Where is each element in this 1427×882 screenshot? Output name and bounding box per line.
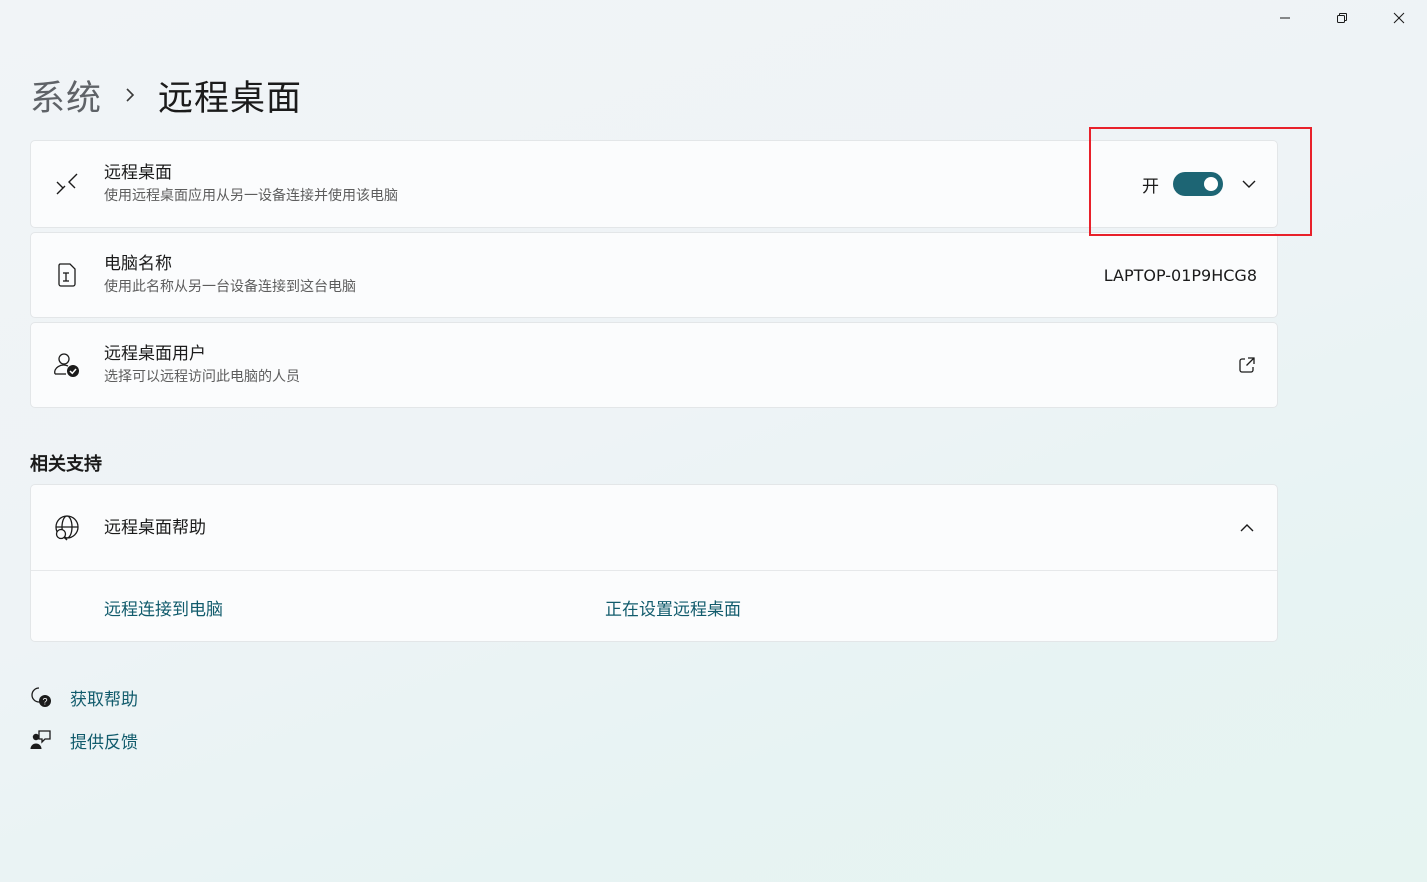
close-button[interactable]	[1370, 0, 1427, 36]
get-help-link[interactable]: ? 获取帮助	[30, 684, 138, 710]
remote-desktop-help-card: 远程桌面帮助 远程连接到电脑 正在设置远程桌面	[30, 484, 1278, 642]
svg-text:?: ?	[42, 697, 47, 707]
chevron-right-icon	[124, 87, 136, 103]
globe-search-icon	[53, 514, 81, 542]
close-icon	[1393, 12, 1404, 24]
related-support-heading: 相关支持	[30, 454, 102, 475]
pc-name-subtitle: 使用此名称从另一台设备连接到这台电脑	[104, 279, 356, 295]
pc-name-value: LAPTOP-01P9HCG8	[1103, 265, 1257, 285]
window-controls	[1256, 0, 1427, 36]
help-links: 远程连接到电脑 正在设置远程桌面	[31, 571, 1277, 643]
help-title: 远程桌面帮助	[104, 517, 206, 538]
minimize-icon	[1279, 17, 1290, 19]
pc-name-card: 电脑名称 使用此名称从另一台设备连接到这台电脑 LAPTOP-01P9HCG8	[30, 232, 1278, 318]
remote-users-subtitle: 选择可以远程访问此电脑的人员	[104, 369, 300, 385]
pc-name-icon	[53, 261, 81, 289]
restore-icon	[1336, 13, 1347, 23]
feedback-icon	[30, 729, 52, 751]
remote-users-text: 远程桌面用户 选择可以远程访问此电脑的人员	[104, 343, 300, 387]
remote-desktop-users-card[interactable]: 远程桌面用户 选择可以远程访问此电脑的人员	[30, 322, 1278, 408]
get-help-label: 获取帮助	[70, 689, 138, 710]
remote-users-title: 远程桌面用户	[104, 344, 206, 364]
remote-desktop-icon	[53, 170, 81, 198]
help-link-remote-connect[interactable]: 远程连接到电脑	[104, 595, 223, 620]
chevron-up-icon[interactable]	[1239, 520, 1255, 536]
restore-button[interactable]	[1313, 0, 1370, 36]
pc-name-text: 电脑名称 使用此名称从另一台设备连接到这台电脑	[104, 253, 356, 297]
highlight-annotation	[1089, 127, 1312, 236]
open-external-icon[interactable]	[1237, 355, 1257, 375]
remote-desktop-subtitle: 使用远程桌面应用从另一设备连接并使用该电脑	[104, 188, 398, 204]
get-help-icon: ?	[30, 686, 52, 708]
remote-desktop-title: 远程桌面	[104, 163, 172, 183]
help-link-setup-remote-desktop[interactable]: 正在设置远程桌面	[605, 595, 741, 620]
feedback-link[interactable]: 提供反馈	[30, 727, 138, 753]
feedback-label: 提供反馈	[70, 732, 138, 753]
pc-name-title: 电脑名称	[104, 254, 172, 274]
breadcrumb: 系统 远程桌面	[30, 70, 302, 120]
breadcrumb-parent-system[interactable]: 系统	[30, 70, 102, 121]
user-check-icon	[53, 351, 81, 379]
remote-desktop-text: 远程桌面 使用远程桌面应用从另一设备连接并使用该电脑	[104, 162, 398, 206]
page-title: 远程桌面	[158, 78, 303, 119]
help-header[interactable]: 远程桌面帮助	[31, 485, 1277, 571]
minimize-button[interactable]	[1256, 0, 1313, 36]
